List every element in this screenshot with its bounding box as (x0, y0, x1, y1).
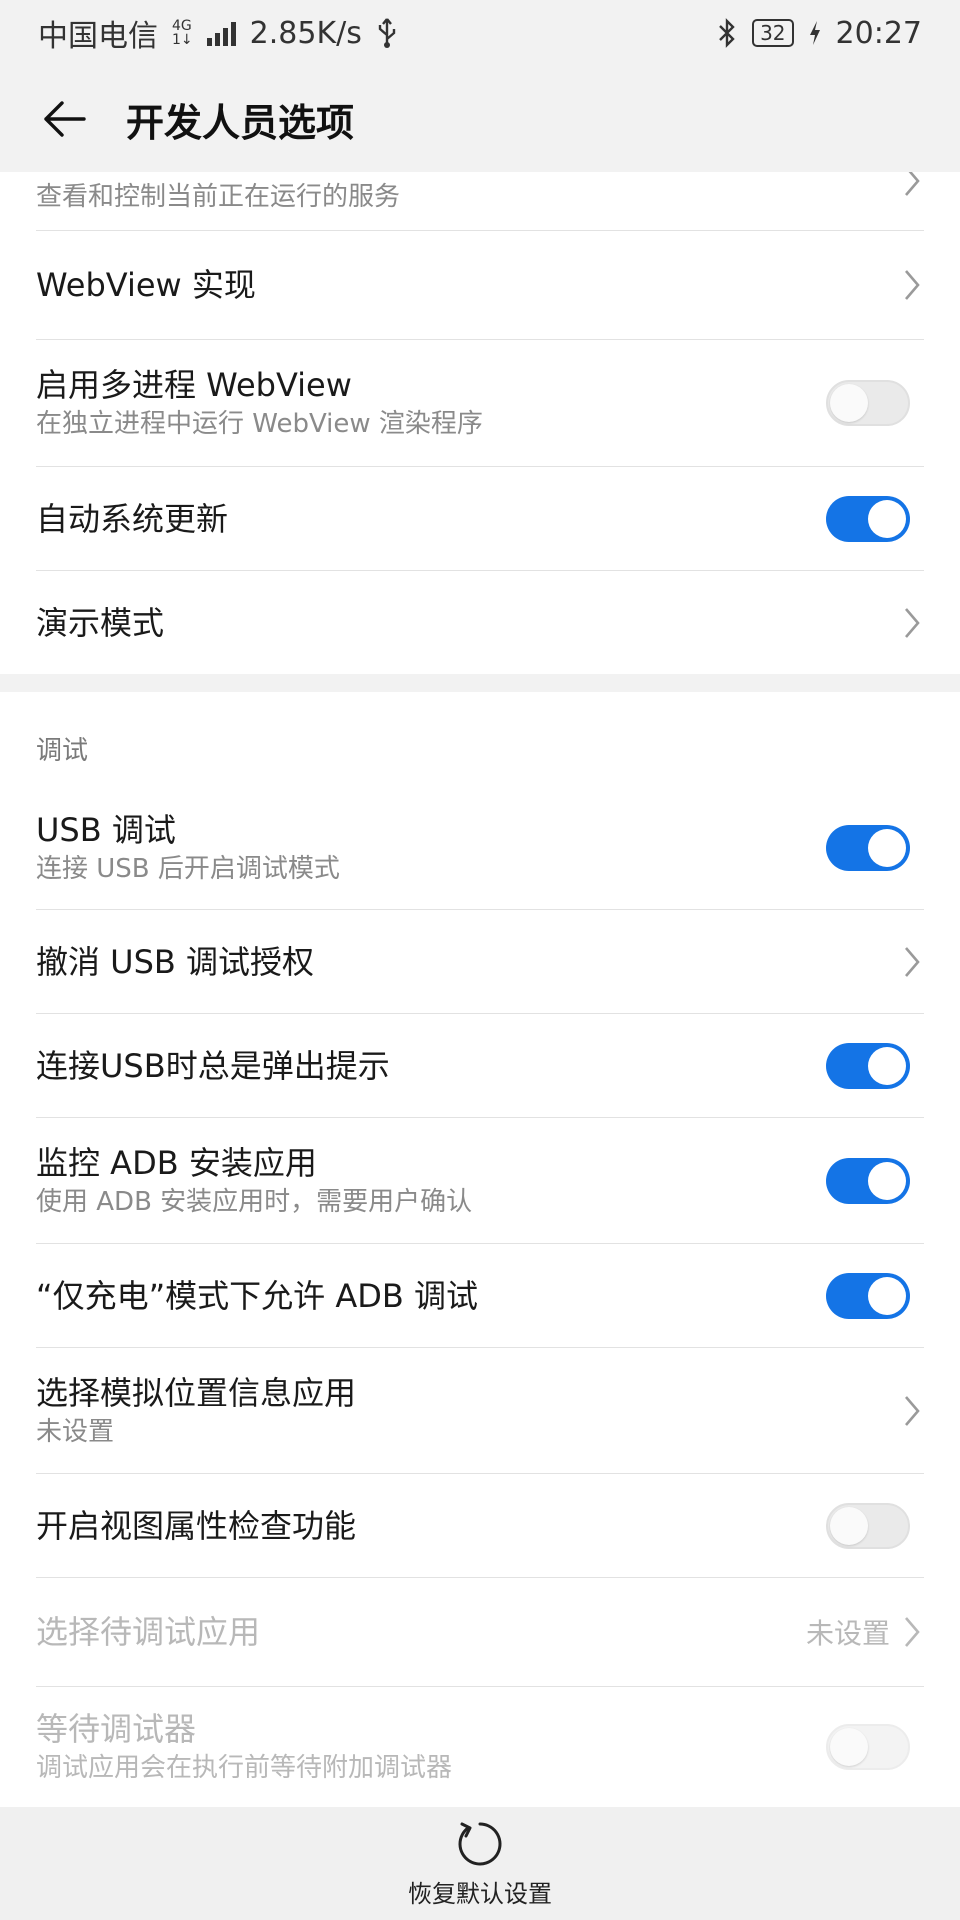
view-attribute-inspection-toggle[interactable] (826, 1502, 910, 1549)
auto-system-update-toggle[interactable] (826, 495, 910, 542)
back-button[interactable] (14, 66, 114, 172)
row-value: 未设置 (805, 1617, 890, 1650)
row-title: 选择模拟位置信息应用 (36, 1373, 357, 1412)
monitor-adb-install-row[interactable]: 监控 ADB 安装应用 使用 ADB 安装应用时，需要用户确认 (36, 1118, 924, 1244)
row-title: “仅充电”模式下允许 ADB 调试 (36, 1276, 478, 1315)
network-type: 4G (172, 18, 192, 34)
app-bar: 开发人员选项 (0, 66, 960, 172)
chevron-right-icon (905, 1395, 920, 1426)
toggle-knob (868, 499, 906, 538)
charge-only-adb-toggle[interactable] (826, 1272, 910, 1319)
row-text: 选择待调试应用 (36, 1611, 260, 1653)
row-title: USB 调试 (36, 811, 176, 849)
row-right: 未设置 (806, 1612, 924, 1652)
chevron-right-icon (905, 607, 920, 638)
toggle-knob (868, 1276, 906, 1315)
row-subtitle: 未设置 (36, 1416, 115, 1447)
row-text: 撤消 USB 调试授权 (36, 941, 314, 983)
toggle-knob (830, 1506, 868, 1545)
usb-icon (378, 18, 396, 48)
row-title: 启用多进程 WebView (36, 366, 352, 404)
mock-location-app-row[interactable]: 选择模拟位置信息应用 未设置 (36, 1348, 924, 1474)
toggle-knob (868, 829, 906, 867)
chevron-right-icon (905, 270, 920, 300)
row-text: 选择模拟位置信息应用 未设置 (36, 1372, 356, 1450)
revoke-usb-auth-row[interactable]: 撤消 USB 调试授权 (36, 910, 924, 1014)
reset-icon (458, 1822, 502, 1866)
row-subtitle: 查看和控制当前正在运行的服务 (36, 182, 401, 212)
settings-list[interactable]: 查看和控制当前正在运行的服务 WebView 实现 启用多进程 WebView … (0, 172, 960, 1807)
row-subtitle: 连接 USB 后开启调试模式 (36, 854, 340, 884)
multiprocess-webview-row[interactable]: 启用多进程 WebView 在独立进程中运行 WebView 渲染程序 (36, 340, 924, 467)
toggle-knob (868, 1046, 906, 1085)
wait-for-debugger-toggle[interactable] (826, 1724, 910, 1770)
webview-implementation-row[interactable]: WebView 实现 (36, 231, 924, 340)
toggle-knob (868, 1161, 906, 1200)
usb-prompt-row[interactable]: 连接USB时总是弹出提示 (36, 1014, 924, 1118)
monitor-adb-install-toggle[interactable] (826, 1157, 910, 1204)
row-text: 演示模式 (36, 602, 164, 644)
row-text: 启用多进程 WebView 在独立进程中运行 WebView 渲染程序 (36, 364, 483, 442)
row-subtitle: 在独立进程中运行 WebView 渲染程序 (36, 409, 483, 439)
chevron-right-icon (905, 172, 920, 196)
status-left: 中国电信 4G 1↓ 2.85K/s (38, 11, 398, 55)
select-debug-app-row[interactable]: 选择待调试应用 未设置 (36, 1578, 924, 1687)
status-bar: 中国电信 4G 1↓ 2.85K/s 32 20:27 (0, 0, 960, 66)
row-title: 演示模式 (36, 603, 165, 642)
demo-mode-row[interactable]: 演示模式 (36, 571, 924, 674)
row-title: WebView 实现 (36, 266, 256, 304)
wait-for-debugger-row[interactable]: 等待调试器 调试应用会在执行前等待附加调试器 (36, 1687, 924, 1807)
charging-icon (809, 21, 820, 45)
charge-only-adb-row[interactable]: “仅充电”模式下允许 ADB 调试 (36, 1244, 924, 1348)
battery-level: 32 (752, 19, 794, 47)
multiprocess-webview-toggle[interactable] (826, 380, 910, 426)
running-services-row[interactable]: 查看和控制当前正在运行的服务 (36, 172, 924, 231)
row-title: 开启视图属性检查功能 (36, 1506, 357, 1545)
row-text: 自动系统更新 (36, 498, 228, 540)
usb-debugging-row[interactable]: USB 调试 连接 USB 后开启调试模式 (36, 787, 924, 910)
page-title: 开发人员选项 (126, 100, 355, 145)
auto-system-update-row[interactable]: 自动系统更新 (36, 467, 924, 571)
row-text: 开启视图属性检查功能 (36, 1505, 356, 1547)
section-divider (0, 674, 960, 692)
chevron-right-icon (905, 1617, 920, 1647)
row-text: USB 调试 连接 USB 后开启调试模式 (36, 809, 340, 887)
row-text: WebView 实现 (36, 264, 256, 306)
view-attribute-inspection-row[interactable]: 开启视图属性检查功能 (36, 1474, 924, 1578)
back-arrow-icon (44, 101, 86, 137)
row-subtitle: 调试应用会在执行前等待附加调试器 (36, 1753, 453, 1783)
row-title: 监控 ADB 安装应用 (36, 1143, 317, 1182)
reset-defaults-button[interactable]: 恢复默认设置 (0, 1807, 960, 1920)
network-activity: 1↓ (172, 32, 193, 48)
clock: 20:27 (835, 15, 922, 51)
reset-label: 恢复默认设置 (408, 1880, 552, 1908)
row-text: 连接USB时总是弹出提示 (36, 1045, 390, 1087)
row-title: 自动系统更新 (36, 499, 229, 538)
carrier-name: 中国电信 (38, 19, 158, 54)
toggle-knob (830, 1728, 868, 1766)
signal-icon (206, 20, 236, 46)
row-subtitle: 使用 ADB 安装应用时，需要用户确认 (36, 1186, 473, 1217)
row-title: 撤消 USB 调试授权 (36, 942, 315, 981)
status-right: 32 20:27 (716, 16, 922, 51)
row-title: 选择待调试应用 (36, 1613, 261, 1651)
toggle-knob (830, 384, 868, 422)
row-text: 监控 ADB 安装应用 使用 ADB 安装应用时，需要用户确认 (36, 1142, 472, 1220)
chevron-right-icon (905, 946, 920, 977)
usb-prompt-toggle[interactable] (826, 1042, 910, 1089)
row-title: 连接USB时总是弹出提示 (36, 1046, 390, 1085)
row-title: 等待调试器 (36, 1710, 197, 1748)
usb-debugging-toggle[interactable] (826, 825, 910, 871)
row-text: 查看和控制当前正在运行的服务 (36, 182, 400, 215)
section-header-debug: 调试 (36, 736, 89, 766)
network-speed: 2.85K/s (249, 15, 362, 51)
bluetooth-icon (719, 18, 735, 48)
row-text: “仅充电”模式下允许 ADB 调试 (36, 1275, 478, 1317)
network-badge: 4G 1↓ (172, 19, 193, 47)
row-text: 等待调试器 调试应用会在执行前等待附加调试器 (36, 1708, 452, 1786)
